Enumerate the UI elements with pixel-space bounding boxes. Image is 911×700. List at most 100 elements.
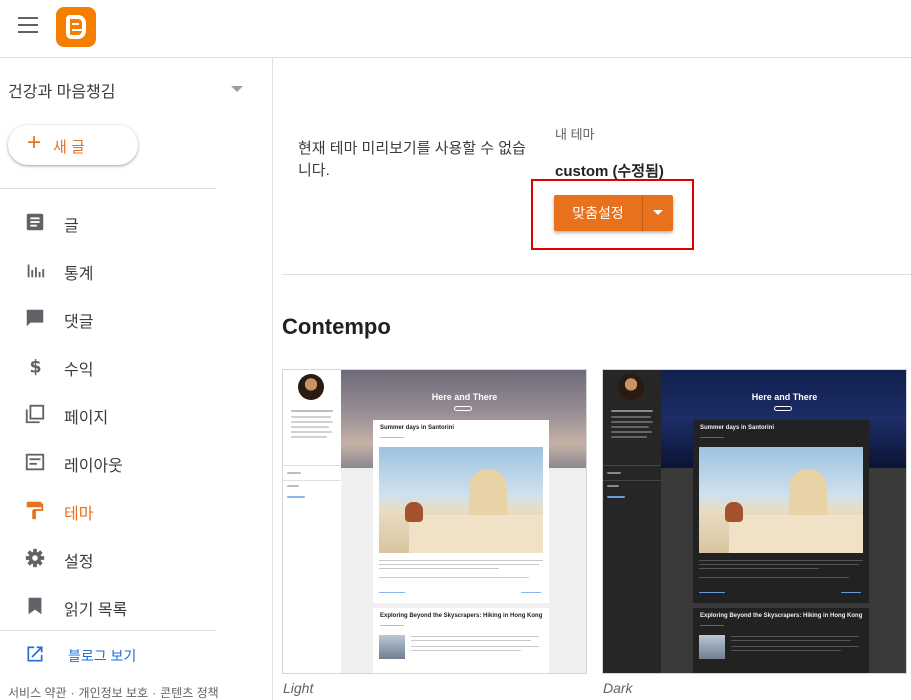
sidebar-item-label: 통계 <box>64 266 94 283</box>
sidebar-divider <box>0 630 216 631</box>
theme-caption-light: Light <box>283 680 314 696</box>
preview-sidebar <box>603 370 661 673</box>
preview-date <box>380 437 404 438</box>
sidebar-item-stats[interactable]: 통계 <box>0 246 273 294</box>
sidebar-item-label: 페이지 <box>64 410 109 427</box>
top-bar <box>0 0 911 58</box>
preview-sidebar <box>283 370 341 673</box>
new-post-label: 새 글 <box>53 139 85 156</box>
plus-icon: + <box>27 129 42 156</box>
preview-text-line <box>611 416 651 418</box>
preview-wall <box>409 515 543 553</box>
blog-selector[interactable]: 건강과 마음챙김 <box>0 76 273 102</box>
preview-post-title: Summer days in Santorini <box>700 425 775 431</box>
view-blog-label: 블로그 보기 <box>68 648 137 664</box>
preview-text-line <box>291 436 327 438</box>
preview-text-line <box>287 485 299 487</box>
separator-dot: · <box>70 686 75 700</box>
pages-icon <box>25 404 45 424</box>
sidebar-item-label: 레이아웃 <box>64 458 123 475</box>
sidebar-item-reading-list[interactable]: 읽기 목록 <box>0 582 273 630</box>
preview-text-line <box>699 577 849 578</box>
current-theme-name: custom (수정됨) <box>555 163 664 180</box>
preview-text-line <box>379 568 499 569</box>
theme-caption-dark: Dark <box>603 680 633 696</box>
preview-date <box>380 625 404 626</box>
sidebar-item-earnings[interactable]: $ 수익 <box>0 342 273 390</box>
preview-text-line <box>411 650 521 651</box>
sidebar-item-comments[interactable]: 댓글 <box>0 294 273 342</box>
svg-text:$: $ <box>30 357 42 377</box>
customize-button[interactable]: 맞춤설정 <box>554 195 642 231</box>
preview-text-line <box>607 496 625 498</box>
theme-family-title: Contempo <box>282 314 391 339</box>
preview-text-line <box>291 421 333 423</box>
sidebar-item-theme[interactable]: 테마 <box>0 486 273 534</box>
preview-text-line <box>287 496 305 498</box>
preview-comment-link <box>699 592 725 593</box>
theme-roller-icon <box>26 501 44 520</box>
posts-icon <box>26 213 44 231</box>
preview-text-line <box>611 426 649 428</box>
sidebar-item-label: 글 <box>64 218 79 235</box>
privacy-link[interactable]: 개인정보 보호 <box>79 686 149 700</box>
author-avatar <box>618 374 644 400</box>
open-external-icon <box>27 646 43 662</box>
preview-text-line <box>411 646 539 647</box>
blogger-logo-icon[interactable] <box>56 7 96 47</box>
theme-card-dark[interactable]: Here and There Summer days in Santorini <box>602 369 907 674</box>
separator-dot: · <box>152 686 157 700</box>
preview-post-title: Exploring Beyond the Skyscrapers: Hiking… <box>700 613 863 619</box>
customize-button-group: 맞춤설정 <box>554 195 673 231</box>
preview-text-line <box>607 485 619 487</box>
sidebar-divider <box>0 188 216 189</box>
sidebar-item-pages[interactable]: 페이지 <box>0 390 273 438</box>
hamburger-menu-icon[interactable] <box>18 17 38 33</box>
preview-text-line <box>291 416 331 418</box>
preview-post-card: Summer days in Santorini <box>693 420 869 603</box>
author-avatar <box>298 374 324 400</box>
sidebar-item-label: 테마 <box>64 506 94 523</box>
new-post-button[interactable]: + 새 글 <box>8 125 138 165</box>
theme-card-light[interactable]: Here and There Summer days in Santorini <box>282 369 587 674</box>
bookmark-icon <box>28 597 42 615</box>
preview-text-line <box>287 472 301 474</box>
preview-about-pill <box>774 406 792 411</box>
preview-text-line <box>699 568 819 569</box>
stats-icon <box>27 264 45 278</box>
sidebar: 건강과 마음챙김 + 새 글 글 통계 댓글 $ 수익 페이지 레이아웃 테마 … <box>0 58 273 700</box>
preview-text-line <box>607 472 621 474</box>
terms-link[interactable]: 서비스 약관 <box>8 686 67 700</box>
preview-hongkong-thumb <box>699 635 725 659</box>
preview-text-line <box>611 431 652 433</box>
sidebar-item-posts[interactable]: 글 <box>0 198 273 246</box>
preview-post-card: Exploring Beyond the Skyscrapers: Hiking… <box>373 608 549 673</box>
blog-name: 건강과 마음챙김 <box>8 84 116 101</box>
preview-text-line <box>611 436 647 438</box>
comments-icon <box>26 309 44 327</box>
preview-text-line <box>611 410 653 412</box>
preview-about-pill <box>454 406 472 411</box>
main-content: 현재 테마 미리보기를 사용할 수 없습니다. 내 테마 custom (수정됨… <box>274 58 911 700</box>
sidebar-item-settings[interactable]: 설정 <box>0 534 273 582</box>
preview-text-line <box>699 564 859 565</box>
preview-wall <box>729 515 863 553</box>
preview-text-line <box>699 560 863 561</box>
view-blog-link[interactable]: 블로그 보기 <box>0 638 216 672</box>
customize-dropdown-button[interactable] <box>642 195 673 231</box>
preview-blog-title: Here and There <box>751 392 818 402</box>
preview-text-line <box>291 410 333 412</box>
chevron-down-icon[interactable] <box>231 86 243 92</box>
preview-date <box>700 437 724 438</box>
content-policy-link[interactable]: 콘텐츠 정책 <box>160 686 219 700</box>
preview-divider <box>283 465 341 466</box>
preview-divider <box>603 465 661 466</box>
preview-blog-title: Here and There <box>431 392 498 402</box>
preview-pot <box>405 502 423 522</box>
sidebar-item-label: 읽기 목록 <box>64 602 128 619</box>
footer-links: 서비스 약관 · 개인정보 보호 · 콘텐츠 정책 <box>8 684 219 700</box>
sidebar-item-layout[interactable]: 레이아웃 <box>0 438 273 486</box>
preview-santorini-image <box>379 447 543 553</box>
sidebar-item-label: 댓글 <box>64 314 94 331</box>
sidebar-nav: 글 통계 댓글 $ 수익 페이지 레이아웃 테마 설정 읽기 목록 <box>0 198 273 630</box>
